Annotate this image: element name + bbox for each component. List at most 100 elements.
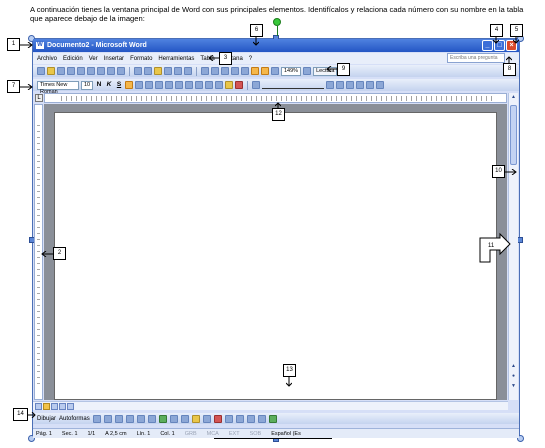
text-color-icon[interactable] — [213, 414, 222, 423]
shading-icon[interactable] — [336, 81, 344, 89]
menu-herramientas[interactable]: Herramientas — [158, 56, 194, 62]
menu-ver[interactable]: Ver — [89, 56, 98, 62]
spelling-icon[interactable] — [107, 67, 115, 75]
scroll-thumb[interactable] — [510, 105, 517, 165]
wordart-icon[interactable] — [147, 414, 156, 423]
merge-cells-icon[interactable] — [356, 81, 364, 89]
browse-object-icon[interactable]: ● — [510, 373, 517, 380]
reading-view-icon[interactable] — [67, 403, 74, 410]
insert-excel-icon[interactable] — [231, 67, 239, 75]
oval-tool-icon[interactable] — [125, 414, 134, 423]
font-color-icon[interactable] — [235, 81, 243, 89]
split-cells-icon[interactable] — [366, 81, 374, 89]
styles-icon[interactable] — [252, 81, 260, 89]
status-mode-mca[interactable]: MCA — [207, 431, 219, 437]
drawing-toolbar: Dibujar Autoformas — [33, 413, 519, 424]
align-center-icon[interactable] — [135, 81, 143, 89]
save-icon[interactable] — [57, 67, 65, 75]
line-style-select[interactable] — [262, 81, 324, 89]
help-question-box[interactable]: Escriba una pregunta — [447, 53, 505, 63]
horizontal-scrollbar[interactable] — [33, 401, 508, 410]
italic-button[interactable]: K — [105, 81, 113, 89]
menu-edicion[interactable]: Edición — [63, 56, 83, 62]
fill-color-icon[interactable] — [191, 414, 200, 423]
print-icon[interactable] — [87, 67, 95, 75]
shadow-icon[interactable] — [257, 414, 266, 423]
cut-icon[interactable] — [134, 67, 142, 75]
outline-view-icon[interactable] — [59, 403, 66, 410]
font-select[interactable]: Times New Roman — [37, 80, 79, 95]
increase-indent-icon[interactable] — [205, 81, 213, 89]
hyperlink-icon[interactable] — [201, 67, 209, 75]
diagram-icon[interactable] — [158, 414, 167, 423]
bullets-icon[interactable] — [185, 81, 193, 89]
line-tool-icon[interactable] — [92, 414, 101, 423]
research-icon[interactable] — [117, 67, 125, 75]
web-view-icon[interactable] — [43, 403, 50, 410]
menu-ayuda[interactable]: ? — [249, 56, 252, 62]
line-style-icon[interactable] — [224, 414, 233, 423]
line-color-icon[interactable] — [202, 414, 211, 423]
numbering-icon[interactable] — [175, 81, 183, 89]
align-left-icon[interactable] — [125, 81, 133, 89]
dash-style-icon[interactable] — [235, 414, 244, 423]
normal-view-icon[interactable] — [35, 403, 42, 410]
arrow-tool-icon[interactable] — [103, 414, 112, 423]
status-mode-grb[interactable]: GRB — [185, 431, 197, 437]
autoshapes-menu[interactable]: Autoformas — [59, 416, 90, 422]
rectangle-tool-icon[interactable] — [114, 414, 123, 423]
picture-icon[interactable] — [180, 414, 189, 423]
decrease-indent-icon[interactable] — [195, 81, 203, 89]
paste-icon[interactable] — [154, 67, 162, 75]
new-document-icon[interactable] — [37, 67, 45, 75]
permission-icon[interactable] — [67, 67, 75, 75]
print-layout-icon[interactable] — [51, 403, 58, 410]
undo-icon[interactable] — [174, 67, 182, 75]
document-page[interactable] — [54, 112, 497, 400]
next-page-icon[interactable]: ▼ — [510, 383, 517, 390]
insert-table-icon[interactable] — [221, 67, 229, 75]
email-icon[interactable] — [77, 67, 85, 75]
columns-icon[interactable] — [241, 67, 249, 75]
font-size-select[interactable]: 10 — [81, 80, 93, 90]
title-bar[interactable]: W Documento2 - Microsoft Word _ □ × — [33, 39, 519, 52]
align-right-icon[interactable] — [145, 81, 153, 89]
menu-archivo[interactable]: Archivo — [37, 56, 57, 62]
minimize-button[interactable]: _ — [482, 40, 493, 51]
tables-borders-icon[interactable] — [211, 67, 219, 75]
print-preview-icon[interactable] — [97, 67, 105, 75]
open-folder-icon[interactable] — [47, 67, 55, 75]
status-mode-sob[interactable]: SOB — [250, 431, 262, 437]
cell-align-icon[interactable] — [346, 81, 354, 89]
tab-selector[interactable]: L — [35, 94, 43, 102]
status-mode-ext[interactable]: EXT — [229, 431, 240, 437]
help-icon[interactable] — [303, 67, 312, 75]
menu-insertar[interactable]: Insertar — [104, 56, 124, 62]
word-app-icon[interactable]: W — [36, 42, 44, 49]
menu-formato[interactable]: Formato — [130, 56, 152, 62]
document-map-icon[interactable] — [261, 67, 269, 75]
autoformat-table-icon[interactable] — [376, 81, 384, 89]
highlight-icon[interactable] — [225, 81, 233, 89]
underline-button[interactable]: S — [115, 81, 123, 89]
3d-icon[interactable] — [268, 414, 277, 423]
show-hide-icon[interactable] — [271, 67, 279, 75]
line-spacing-icon[interactable] — [165, 81, 173, 89]
previous-page-icon[interactable]: ▲ — [510, 363, 517, 370]
border-color-icon[interactable] — [326, 81, 334, 89]
rotation-handle[interactable] — [273, 18, 281, 26]
bold-button[interactable]: N — [95, 81, 103, 89]
format-painter-icon[interactable] — [164, 67, 172, 75]
borders-icon[interactable] — [215, 81, 223, 89]
drawing-icon[interactable] — [251, 67, 259, 75]
zoom-select[interactable]: 149% — [281, 66, 302, 76]
scroll-up-icon[interactable]: ▲ — [510, 94, 517, 101]
arrow-style-icon[interactable] — [246, 414, 255, 423]
instructions-text: A continuación tienes la ventana princip… — [30, 5, 524, 23]
textbox-tool-icon[interactable] — [136, 414, 145, 423]
clipart-icon[interactable] — [169, 414, 178, 423]
draw-menu[interactable]: Dibujar — [37, 416, 56, 422]
copy-icon[interactable] — [144, 67, 152, 75]
justify-icon[interactable] — [155, 81, 163, 89]
redo-icon[interactable] — [184, 67, 192, 75]
